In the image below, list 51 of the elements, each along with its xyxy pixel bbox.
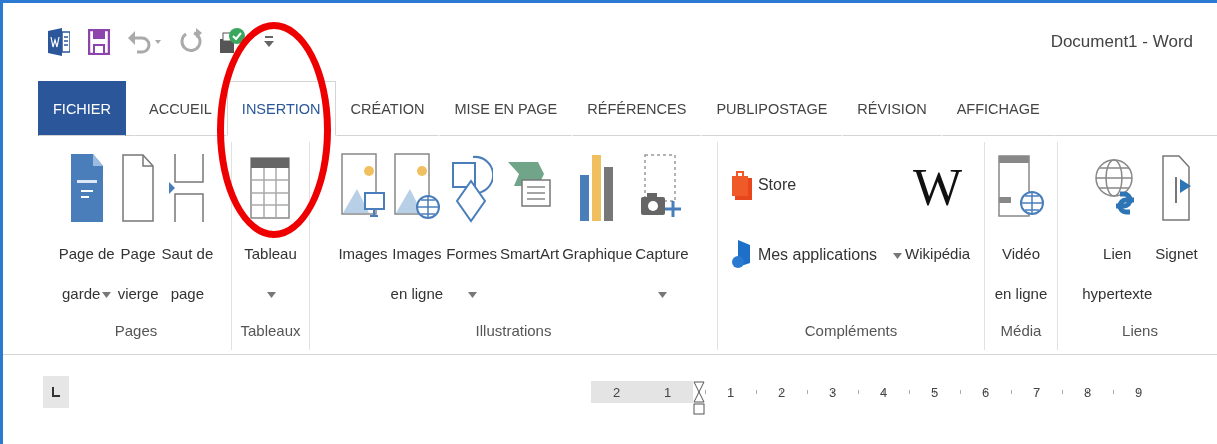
ruler-number: 9 (1133, 384, 1144, 400)
ruler-number: 4 (878, 384, 889, 400)
left-tab-icon (52, 387, 60, 397)
ruler-number: 8 (1082, 384, 1093, 400)
ruler-number: 6 (980, 384, 991, 400)
wikipedia-logo: W (913, 162, 963, 214)
ribbon-button[interactable]: Capture (635, 142, 689, 322)
window-title: Document1 - Word (1050, 32, 1193, 52)
indent-marker[interactable] (693, 381, 705, 417)
tab-stop-selector[interactable] (43, 376, 69, 408)
ribbon-button[interactable]: Page de garde (58, 142, 115, 322)
ruler-number: 7 (1031, 384, 1042, 400)
ruler-number: 5 (929, 384, 940, 400)
ribbon-button[interactable]: Images (338, 142, 388, 322)
ribbon-button[interactable]: Graphique (562, 142, 633, 322)
group-label: Pages (113, 322, 159, 341)
page-break-icon (169, 154, 206, 222)
group-label: Illustrations (474, 322, 553, 341)
customize-menu-icon[interactable] (264, 36, 274, 48)
ribbon-button[interactable]: Images en ligne (390, 142, 444, 322)
file-tab[interactable]: FICHIER (38, 81, 126, 136)
bar-chart-icon (579, 155, 616, 221)
ruler-number: 1 (662, 384, 673, 400)
ribbon-button[interactable]: Lien hypertexte (1082, 142, 1153, 322)
group-label: Média (999, 322, 1043, 341)
ribbon-button[interactable]: Signet (1155, 142, 1198, 322)
ribbon-button[interactable]: Page vierge (117, 142, 159, 322)
ruler-number: 3 (827, 384, 838, 400)
cover-page-icon (70, 154, 103, 222)
group-label: Compléments (803, 322, 899, 341)
ribbon-button[interactable]: SmartArt (500, 142, 560, 322)
ruler-number: 2 (611, 384, 622, 400)
ribbon-button[interactable]: Saut de page (161, 142, 214, 322)
group-label: Liens (1121, 322, 1159, 341)
ribbon-button[interactable]: W Wikipédia (905, 142, 971, 322)
ribbon-button[interactable]: Formes (446, 142, 497, 322)
blank-page-icon (122, 154, 155, 222)
save-icon[interactable] (88, 29, 110, 55)
ruler-number: 2 (776, 384, 787, 400)
table-icon (250, 157, 291, 219)
apps-icon (731, 240, 752, 270)
ruler-number: 1 (725, 384, 736, 400)
ribbon-button[interactable]: Store (731, 170, 903, 200)
bookmark-icon (1161, 155, 1192, 221)
ribbon-tab[interactable]: INSERTION (226, 81, 336, 136)
ribbon-button[interactable]: Tableau (244, 142, 297, 322)
word-logo (48, 28, 70, 56)
shopping-bag-icon (731, 170, 752, 200)
ribbon-button[interactable]: Vidéo en ligne (994, 142, 1048, 322)
group-label: Tableaux (239, 322, 302, 341)
ribbon-button[interactable]: Mes applications (731, 240, 903, 270)
